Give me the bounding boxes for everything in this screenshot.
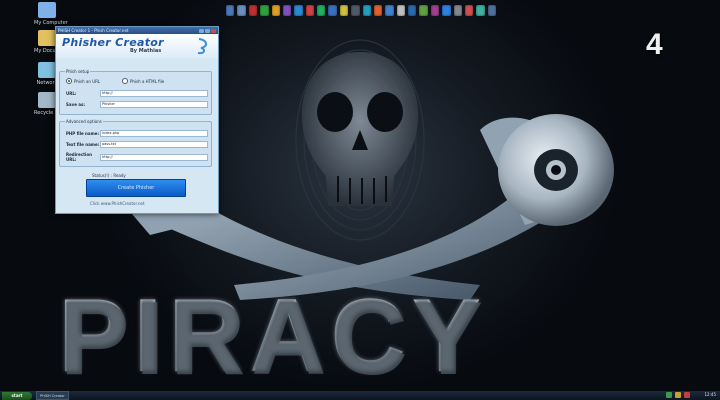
close-icon[interactable]	[211, 28, 216, 33]
quick-launch-icon[interactable]	[317, 4, 326, 16]
text-file-label: Text file name:	[66, 142, 100, 147]
redirect-label: Redirection URL:	[66, 152, 92, 162]
system-tray	[666, 392, 690, 398]
quick-launch-icon[interactable]	[248, 4, 258, 16]
redirect-input[interactable]: http://	[100, 153, 208, 161]
desktop-icon-computer[interactable]: My Computer	[34, 2, 68, 26]
save-as-row: Save as: Phisher	[66, 101, 208, 108]
quick-launch-icon[interactable]	[396, 4, 405, 16]
computer-icon	[38, 2, 56, 18]
quick-launch-icon[interactable]	[328, 4, 337, 16]
quick-launch-icon[interactable]	[453, 4, 462, 16]
quick-launch-icon[interactable]	[385, 4, 394, 16]
window-controls	[199, 28, 216, 33]
quick-launch-icon[interactable]	[339, 4, 349, 16]
clock: 12:45	[704, 392, 716, 397]
taskbar-item-phisher[interactable]: PHISH Creator	[36, 391, 69, 400]
network-icon	[38, 62, 56, 78]
advanced-options-group: Advanced options PHP file name: index.ph…	[59, 119, 212, 167]
text-file-input[interactable]: pass.txt	[100, 141, 208, 148]
taskbar: start PHISH Creator 12:45	[0, 391, 720, 400]
php-file-input[interactable]: index.php	[100, 130, 208, 137]
text-file-row: Text file name: pass.txt	[66, 141, 208, 148]
quick-launch-icon[interactable]	[487, 4, 496, 16]
radio-phish-url[interactable]: Phish an URL	[66, 78, 100, 84]
url-label: URL:	[66, 91, 77, 96]
swoosh-logo-icon	[197, 38, 207, 55]
quick-launch-icon[interactable]	[294, 4, 303, 16]
trash-icon	[38, 92, 56, 108]
group-label: Phish setup	[65, 69, 91, 74]
quick-launch-icon[interactable]	[305, 4, 314, 16]
maximize-icon[interactable]	[205, 28, 210, 33]
tray-volume-icon[interactable]	[675, 392, 681, 398]
quick-launch-icon[interactable]	[237, 4, 246, 16]
php-file-label: PHP file name:	[66, 131, 100, 136]
quick-launch-icon[interactable]	[351, 4, 360, 16]
quick-launch-icon[interactable]	[408, 4, 417, 16]
channel-logo: 4	[646, 28, 663, 61]
start-button[interactable]: start	[2, 391, 32, 400]
quick-launch-icon[interactable]	[282, 4, 292, 16]
url-input[interactable]: http://	[100, 90, 208, 97]
radio-dot-icon	[122, 78, 128, 84]
app-banner: Phisher Creator By Mathias	[56, 34, 218, 58]
create-phisher-button[interactable]: Create Phisher	[86, 179, 186, 197]
radio-label: Phish a HTML file	[130, 78, 165, 84]
status-text: Status(!) : Ready	[92, 173, 126, 178]
window-title: PHISH Creator 1 - Phish Creator.net	[58, 28, 129, 33]
radio-dot-icon	[66, 78, 72, 84]
phisher-creator-window: PHISH Creator 1 - Phish Creator.net Phis…	[55, 26, 219, 214]
quick-launch-icon[interactable]	[476, 4, 485, 16]
quick-launch-icon[interactable]	[419, 4, 428, 16]
save-as-input[interactable]: Phisher	[100, 101, 208, 108]
wallpaper-title: PIRACY	[58, 284, 678, 388]
quick-launch-icon[interactable]	[226, 4, 235, 16]
quick-launch-icon[interactable]	[464, 4, 474, 16]
save-as-label: Save as:	[66, 102, 85, 107]
radio-phish-html[interactable]: Phish a HTML file	[122, 78, 164, 84]
url-row: URL: http://	[66, 90, 208, 97]
quick-launch-icon[interactable]	[373, 4, 383, 16]
tray-security-icon[interactable]	[684, 392, 690, 398]
group-label: Advanced options	[65, 119, 103, 124]
website-link[interactable]: Click www.PhishCreator.net	[90, 201, 145, 206]
quick-launch-bar	[226, 3, 496, 17]
app-author: By Mathias	[130, 48, 162, 54]
folder-icon	[38, 30, 56, 46]
cd-disc-graphic	[498, 114, 614, 226]
minimize-icon[interactable]	[199, 28, 204, 33]
desktop-wallpaper: My Computer My Documents Network Recycle…	[0, 0, 720, 400]
window-titlebar[interactable]: PHISH Creator 1 - Phish Creator.net	[56, 27, 218, 34]
radio-label: Phish an URL	[74, 78, 101, 84]
quick-launch-icon[interactable]	[430, 4, 440, 16]
quick-launch-icon[interactable]	[260, 4, 269, 16]
quick-launch-icon[interactable]	[362, 4, 371, 16]
quick-launch-icon[interactable]	[271, 4, 280, 16]
tray-network-icon[interactable]	[666, 392, 672, 398]
quick-launch-icon[interactable]	[442, 4, 451, 16]
redirect-row: Redirection URL: http://	[66, 152, 208, 162]
php-file-row: PHP file name: index.php	[66, 130, 208, 137]
phish-setup-group: Phish setup Phish an URL Phish a HTML fi…	[59, 69, 212, 115]
